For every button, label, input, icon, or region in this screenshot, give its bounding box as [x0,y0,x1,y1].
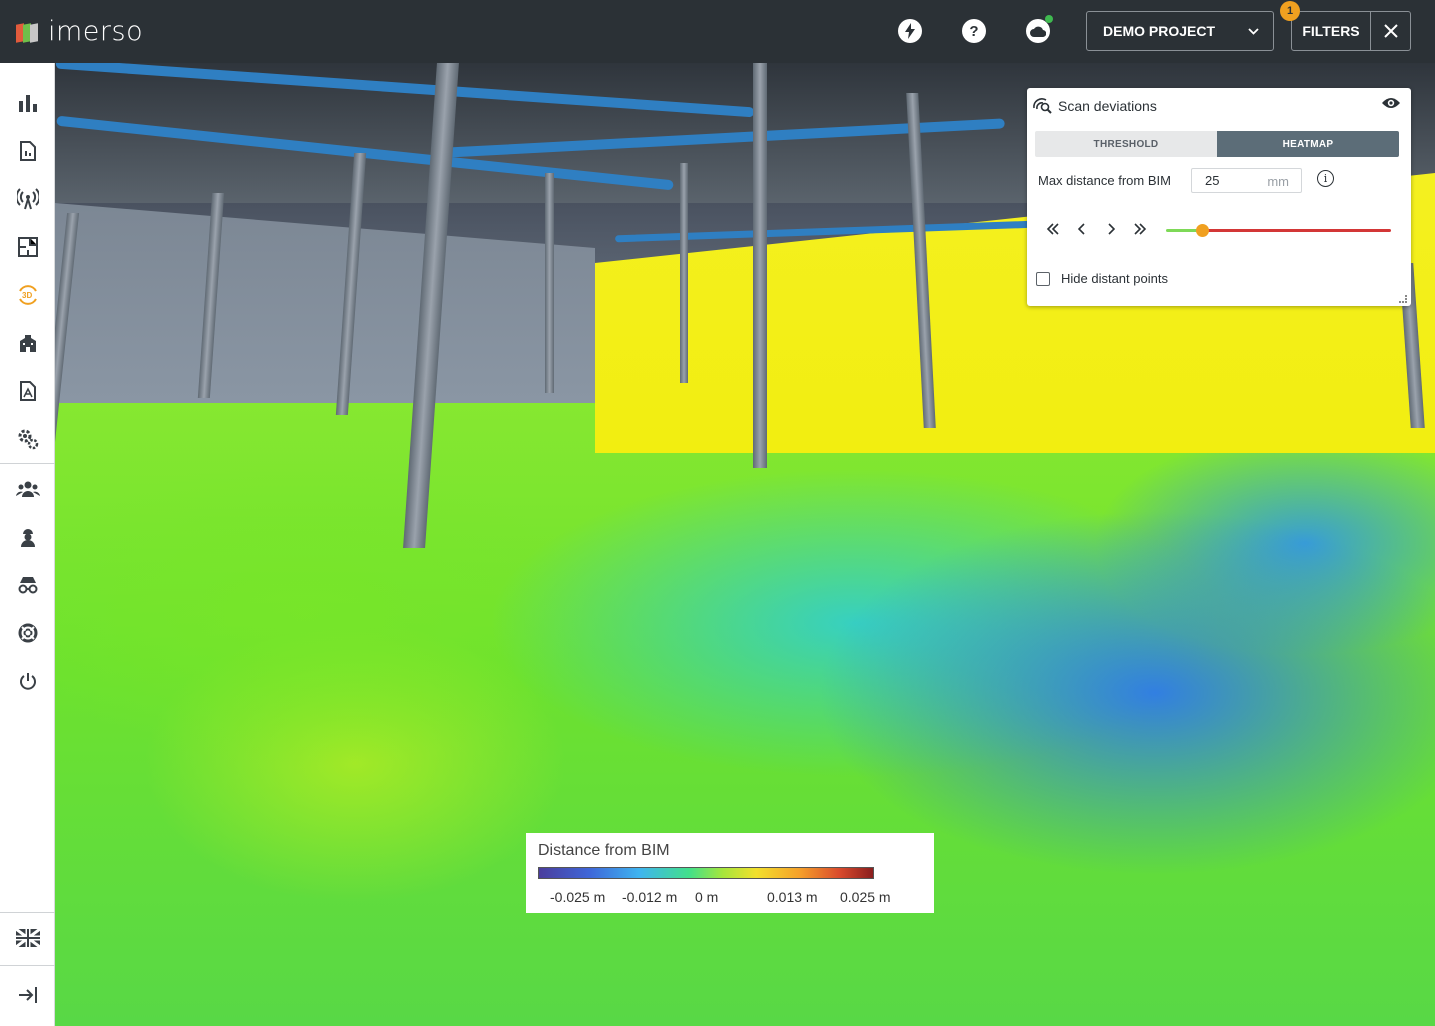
structural-column [545,173,554,393]
sidebar-divider [0,463,55,464]
floor-plan-icon[interactable] [15,234,41,260]
logo-mark-icon [16,20,40,44]
legend-label: 0.013 m [767,889,818,905]
previous-step-icon[interactable] [1073,220,1091,238]
bolt-icon[interactable] [898,19,922,43]
chevron-down-icon [1248,21,1259,46]
max-distance-label: Max distance from BIM [1038,173,1171,188]
distance-slider-thumb[interactable] [1196,224,1209,237]
legend-title: Distance from BIM [538,842,670,859]
uk-flag-icon[interactable] [15,925,41,951]
bar-chart-icon[interactable] [15,90,41,116]
scan-deviations-panel: Scan deviations THRESHOLD HEATMAP Max di… [1027,88,1411,306]
legend-label: -0.025 m [550,889,606,905]
power-icon[interactable] [15,668,41,694]
legend-color-scale [538,867,874,879]
tab-heatmap[interactable]: HEATMAP [1217,131,1399,157]
worker-icon[interactable] [15,524,41,550]
scan-search-icon [1032,96,1052,116]
next-step-icon[interactable] [1102,220,1120,238]
legend-label: 0 m [695,889,719,905]
last-step-icon[interactable] [1131,220,1149,238]
max-distance-unit: mm [1267,174,1289,189]
sidebar-divider [0,912,55,913]
app-logo[interactable]: imerso [16,16,143,47]
hide-distant-checkbox[interactable] [1036,272,1050,286]
close-icon[interactable] [1371,12,1410,50]
tab-threshold[interactable]: THRESHOLD [1035,131,1217,157]
cloud-status-dot [1045,15,1053,23]
top-bar: imerso ? DEMO PROJECT FILTERS 1 [0,0,1435,63]
filters-button[interactable]: FILTERS [1292,12,1371,50]
first-step-icon[interactable] [1044,220,1062,238]
hide-distant-label: Hide distant points [1061,271,1168,286]
lifebuoy-icon[interactable] [15,620,41,646]
group-icon[interactable] [15,476,41,502]
legend-label: -0.012 m [622,889,678,905]
info-icon[interactable]: i [1317,170,1334,187]
panel-title: Scan deviations [1058,98,1157,114]
legend-label: 0.025 m [840,889,891,905]
question-icon[interactable]: ? [962,19,986,43]
max-distance-value: 25 [1205,173,1220,188]
back-wall-grey [55,203,595,403]
structural-column [753,63,767,468]
3d-rotate-icon[interactable]: 3D [15,282,41,308]
logo-text: imerso [48,16,144,47]
resize-grip-icon[interactable] [1399,295,1407,303]
scan-antenna-icon[interactable] [15,186,41,212]
max-distance-input[interactable]: 25 mm [1191,168,1302,193]
sidebar: 3D [0,63,55,1026]
spy-icon[interactable] [15,572,41,598]
svg-text:3D: 3D [22,291,32,300]
sidebar-divider [0,965,55,966]
expand-right-icon[interactable] [15,982,41,1008]
cloud-status-icon[interactable] [1026,15,1053,43]
filters-badge: 1 [1280,1,1300,21]
building-icon[interactable] [15,330,41,356]
filters-control: FILTERS [1291,11,1411,51]
document-icon[interactable] [15,138,41,164]
eye-icon[interactable] [1381,96,1401,112]
project-name: DEMO PROJECT [1103,23,1216,39]
report-icon[interactable] [15,378,41,404]
structural-column [680,163,688,383]
heatmap-legend: Distance from BIM -0.025 m -0.012 m 0 m … [526,833,934,913]
gears-icon[interactable] [15,426,41,452]
mode-tabs: THRESHOLD HEATMAP [1035,131,1399,157]
project-select[interactable]: DEMO PROJECT [1086,11,1274,51]
